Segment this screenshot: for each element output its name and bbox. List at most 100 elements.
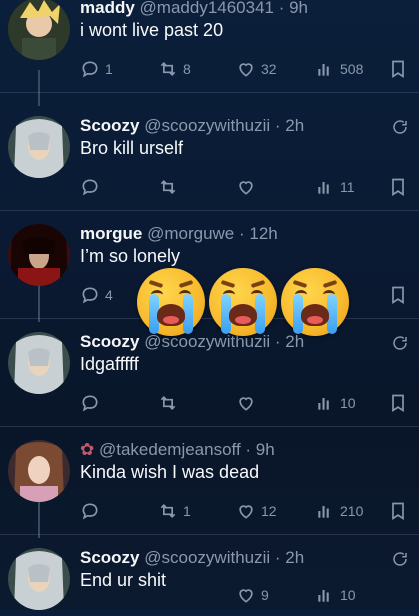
like-count: 9 xyxy=(261,587,269,603)
handle-and-time: @maddy1460341 · 9h xyxy=(139,0,309,17)
divider xyxy=(0,210,419,211)
tweet-text: Kinda wish I was dead xyxy=(80,462,260,482)
bookmark-icon xyxy=(392,394,404,413)
bookmark-button[interactable] xyxy=(388,500,408,522)
retweet-count: 1 xyxy=(183,503,191,519)
retweet-button[interactable]: 1 xyxy=(158,500,191,522)
display-name[interactable]: Scoozy xyxy=(80,548,140,567)
views-button[interactable]: 508 xyxy=(315,58,363,80)
avatar[interactable] xyxy=(8,0,70,60)
views-button[interactable]: 11 xyxy=(315,176,355,198)
tweet[interactable]: maddy @maddy1460341 · 9h i wont live pas… xyxy=(0,0,419,94)
reply-button[interactable] xyxy=(80,500,105,522)
refresh-icon[interactable] xyxy=(391,334,409,352)
avatar[interactable] xyxy=(8,116,70,178)
tweet[interactable]: Scoozy @scoozywithuzii · 2h Bro kill urs… xyxy=(0,104,419,212)
heart-icon xyxy=(239,397,253,411)
reply-icon xyxy=(82,287,98,304)
reply-button[interactable] xyxy=(80,392,105,414)
loudly-crying-face-icon xyxy=(137,268,205,336)
view-count: 10 xyxy=(340,587,356,603)
flower-icon: ✿ xyxy=(80,440,95,459)
bookmark-icon xyxy=(392,286,404,305)
tweet[interactable]: ✿ @takedemjeansoff · 9h Kinda wish I was… xyxy=(0,428,419,536)
tweet-header: ✿ @takedemjeansoff · 9h xyxy=(80,440,275,460)
retweet-icon xyxy=(160,179,176,195)
like-button[interactable]: 12 xyxy=(236,500,277,522)
refresh-icon[interactable] xyxy=(391,550,409,568)
display-name[interactable]: morgue xyxy=(80,224,142,243)
retweet-button[interactable]: 8 xyxy=(158,58,191,80)
bookmark-button[interactable] xyxy=(388,58,408,80)
views-icon xyxy=(318,590,329,602)
loudly-crying-face-icon xyxy=(209,268,277,336)
action-bar: 10 xyxy=(80,392,410,414)
views-icon xyxy=(318,398,329,410)
handle-and-time: @scoozywithuzii · 2h xyxy=(144,116,305,135)
divider xyxy=(0,426,419,427)
like-button[interactable] xyxy=(236,176,261,198)
action-bar: 9 10 xyxy=(80,584,410,606)
display-name[interactable]: maddy xyxy=(80,0,135,17)
refresh-icon[interactable] xyxy=(391,118,409,136)
handle-and-time: @takedemjeansoff · 9h xyxy=(98,440,275,459)
views-button[interactable]: 10 xyxy=(315,392,356,414)
retweet-icon xyxy=(160,61,176,77)
bookmark-icon xyxy=(392,502,404,521)
view-count: 10 xyxy=(340,395,356,411)
retweet-icon xyxy=(160,395,176,411)
view-count: 508 xyxy=(340,61,364,77)
reply-button[interactable] xyxy=(80,176,105,198)
reply-icon xyxy=(82,395,98,412)
views-icon xyxy=(318,64,329,76)
action-bar: 1 12 210 xyxy=(80,500,410,522)
divider xyxy=(0,534,419,535)
retweet-icon xyxy=(160,503,176,519)
views-button[interactable]: 210 xyxy=(315,500,363,522)
like-button[interactable]: 9 xyxy=(236,584,269,606)
views-icon xyxy=(318,506,329,518)
views-icon xyxy=(318,182,329,194)
reply-icon xyxy=(82,179,98,196)
reply-icon xyxy=(82,61,98,78)
tweet-header: Scoozy @scoozywithuzii · 2h xyxy=(80,548,304,568)
views-button[interactable]: 10 xyxy=(315,584,356,606)
crying-emoji-overlay xyxy=(137,268,349,336)
retweet-button[interactable] xyxy=(158,176,183,198)
reply-icon xyxy=(82,503,98,520)
display-name[interactable]: Scoozy xyxy=(80,116,140,135)
tweet-header: Scoozy @scoozywithuzii · 2h xyxy=(80,116,304,136)
tweet-header: maddy @maddy1460341 · 9h xyxy=(80,0,308,18)
tweet-header: morgue @morguwe · 12h xyxy=(80,224,278,244)
reply-count: 1 xyxy=(105,61,113,77)
action-bar: 1 8 32 508 xyxy=(80,58,410,80)
bookmark-icon xyxy=(392,60,404,79)
tweet[interactable]: Scoozy @scoozywithuzii · 2h Idgafffff 10 xyxy=(0,320,419,428)
handle-and-time: @scoozywithuzii · 2h xyxy=(144,548,305,567)
bookmark-button[interactable] xyxy=(388,176,408,198)
view-count: 11 xyxy=(340,179,355,195)
tweet-text: Bro kill urself xyxy=(80,138,184,158)
reply-button[interactable]: 1 xyxy=(80,58,113,80)
tweet-text: Idgafffff xyxy=(80,354,139,374)
reply-count: 4 xyxy=(105,287,113,303)
bookmark-button[interactable] xyxy=(388,392,408,414)
display-name[interactable]: Scoozy xyxy=(80,332,140,351)
handle-and-time: @morguwe · 12h xyxy=(147,224,278,243)
avatar[interactable] xyxy=(8,548,70,610)
reply-button[interactable]: 4 xyxy=(80,284,113,306)
like-button[interactable] xyxy=(236,392,261,414)
tweet[interactable]: Scoozy @scoozywithuzii · 2h End ur shit … xyxy=(0,536,419,616)
bookmark-button[interactable] xyxy=(388,284,408,306)
retweet-button[interactable] xyxy=(158,392,183,414)
heart-icon xyxy=(239,589,253,603)
action-bar: 11 xyxy=(80,176,410,198)
like-button[interactable]: 32 xyxy=(236,58,277,80)
like-count: 32 xyxy=(261,61,277,77)
retweet-count: 8 xyxy=(183,61,191,77)
avatar[interactable] xyxy=(8,332,70,394)
avatar[interactable] xyxy=(8,224,70,286)
heart-icon xyxy=(239,181,253,195)
bookmark-icon xyxy=(392,178,404,197)
avatar[interactable] xyxy=(8,440,70,502)
